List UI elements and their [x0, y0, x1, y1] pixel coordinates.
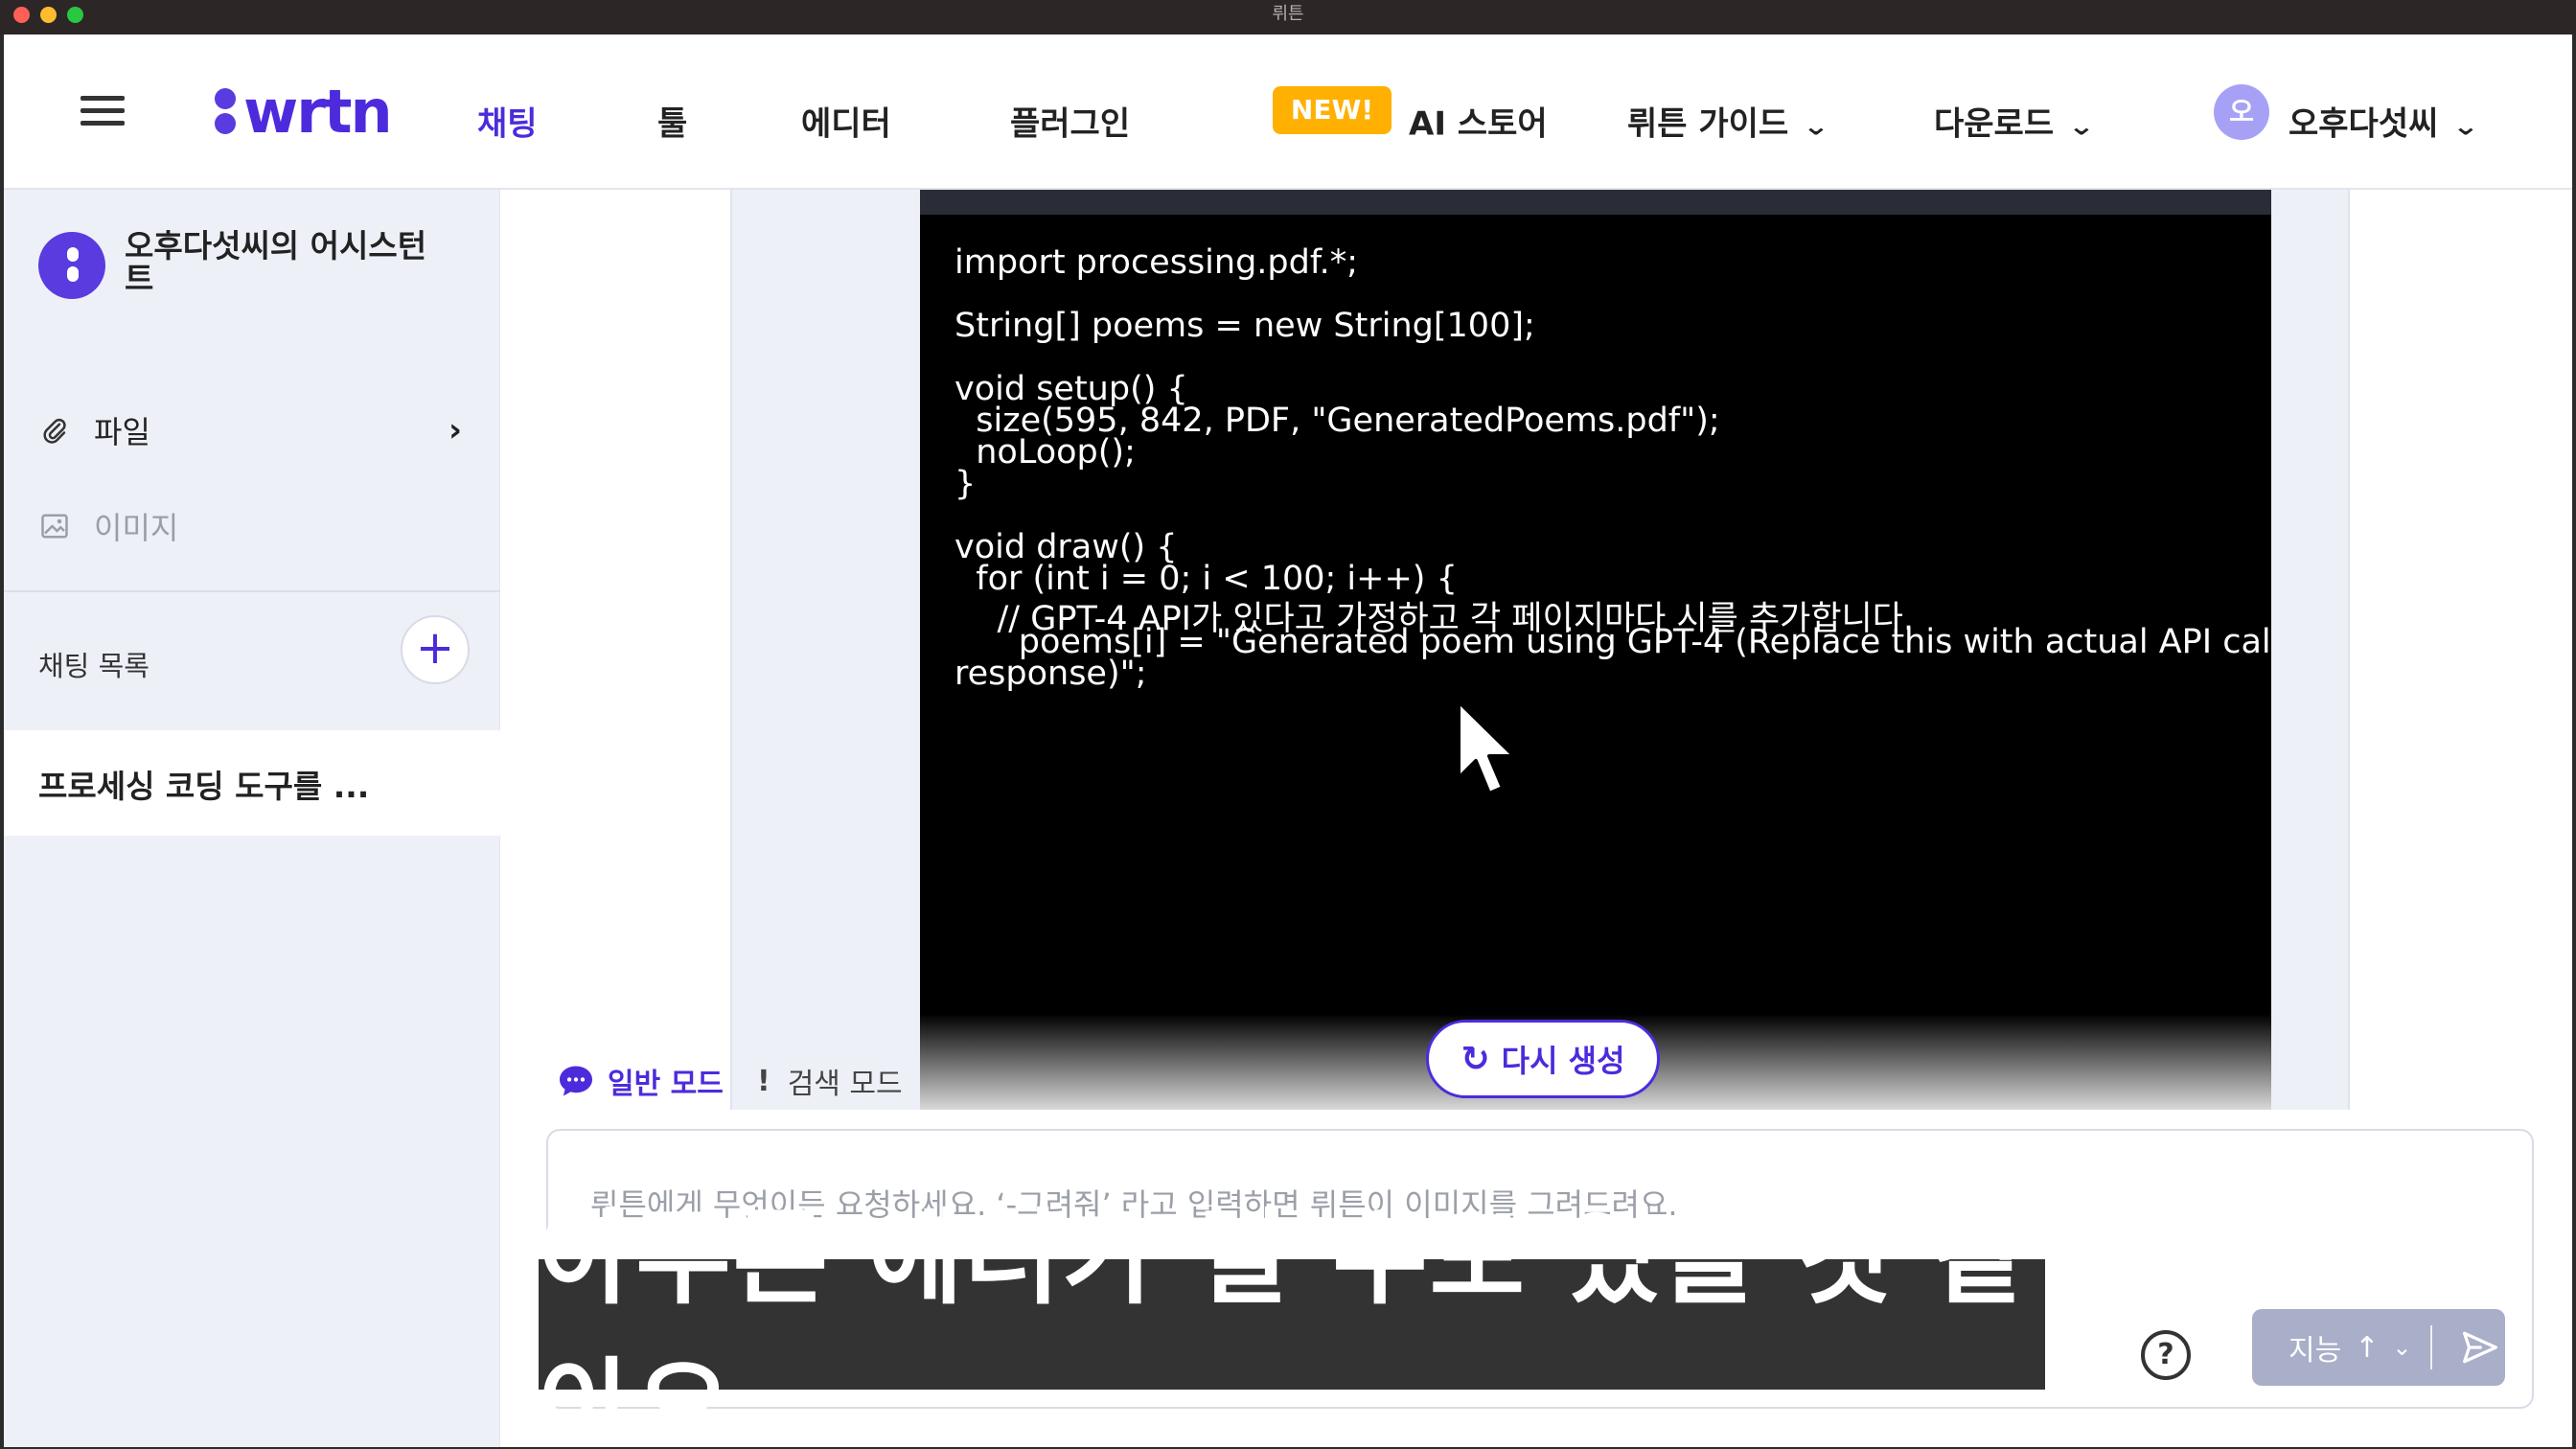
exclamation-icon: !	[757, 1064, 770, 1098]
nav-download-label: 다운로드	[1934, 104, 2055, 144]
video-subtitle: 아무튼 에러가 날 수도 있을 것 같아요	[539, 1199, 2045, 1447]
sidebar-divider	[4, 590, 500, 592]
sidebar: 오후다섯씨의 어시스턴트 파일 › 이미지 채팅 목록 + 프로세싱 코딩 도구…	[4, 190, 500, 1447]
search-mode-label: 검색 모드	[787, 1068, 903, 1101]
regenerate-button[interactable]: ↻ 다시 생성	[1426, 1020, 1660, 1098]
refresh-icon: ↻	[1460, 1039, 1490, 1079]
mouse-cursor-icon	[1457, 700, 1516, 795]
chevron-down-icon: ⌄	[1802, 112, 1830, 142]
code-line: }	[954, 465, 977, 503]
model-label: 지능	[2288, 1334, 2342, 1368]
button-divider	[2430, 1325, 2433, 1369]
user-menu-dropdown[interactable]: 오후다섯씨 ⌄	[2288, 98, 2480, 145]
assistant-name: 오후다섯씨의 어시스턴트	[125, 227, 427, 297]
sidebar-item-label: 이미지	[94, 510, 179, 546]
logo-mark-icon	[215, 84, 238, 138]
code-block: import processing.pdf.*; String[] poems …	[920, 215, 2271, 1110]
minimize-window-button[interactable]	[40, 7, 57, 23]
nav-guide-label: 뤼튼 가이드	[1627, 104, 1789, 144]
chat-list-item[interactable]: 프로세싱 코딩 도구를 ...	[4, 730, 500, 836]
code-block-header	[920, 190, 2271, 215]
assistant-avatar	[38, 232, 105, 299]
nav-tab-plugin[interactable]: 플러그인	[1010, 98, 1130, 145]
paperclip-icon	[43, 418, 66, 444]
sidebar-item-image[interactable]: 이미지	[40, 504, 178, 548]
chevron-down-icon: ⌄	[2452, 112, 2480, 142]
chevron-down-icon: ⌄	[2067, 112, 2096, 142]
model-select-send-button[interactable]: 지능 ↑ ⌄	[2252, 1309, 2505, 1386]
help-icon[interactable]: ?	[2141, 1330, 2191, 1380]
app-window: wrtn 채팅 툴 에디터 플러그인 NEW! AI 스토어 뤼튼 가이드 ⌄ 다…	[4, 34, 2572, 1447]
nav-guide-dropdown[interactable]: 뤼튼 가이드 ⌄	[1627, 98, 1830, 145]
nav-ai-store[interactable]: AI 스토어	[1409, 98, 1548, 145]
close-window-button[interactable]	[13, 7, 30, 23]
sidebar-item-label: 파일	[94, 414, 150, 450]
new-chat-button[interactable]: +	[401, 615, 470, 684]
nav-tab-tools[interactable]: 툴	[657, 98, 687, 145]
brand-logo[interactable]: wrtn	[215, 73, 393, 150]
image-icon	[41, 514, 68, 539]
nav-tab-chat[interactable]: 채팅	[477, 98, 538, 145]
send-icon[interactable]	[2461, 1330, 2499, 1365]
general-mode-label: 일반 모드	[608, 1068, 724, 1101]
code-line: response)";	[954, 655, 1147, 693]
nav-download-dropdown[interactable]: 다운로드 ⌄	[1934, 98, 2096, 145]
code-line: import processing.pdf.*;	[954, 243, 1359, 282]
window-title: 뤼튼	[1272, 4, 1304, 24]
user-name: 오후다섯씨	[2288, 104, 2439, 144]
general-mode-toggle[interactable]: 일반 모드	[558, 1060, 724, 1102]
user-avatar[interactable]: 오	[2214, 84, 2269, 140]
window-titlebar: 뤼튼	[0, 0, 2576, 34]
chat-bubble-icon	[560, 1066, 592, 1096]
chevron-down-icon[interactable]: ⌄	[2392, 1334, 2411, 1361]
sidebar-item-file[interactable]: 파일 ›	[40, 408, 462, 452]
code-line: String[] poems = new String[100];	[954, 307, 1535, 345]
zoom-window-button[interactable]	[67, 7, 83, 23]
regenerate-label: 다시 생성	[1501, 1043, 1625, 1079]
chat-list-label: 채팅 목록	[38, 650, 150, 682]
top-nav: wrtn 채팅 툴 에디터 플러그인 NEW! AI 스토어 뤼튼 가이드 ⌄ 다…	[4, 34, 2572, 190]
arrow-up-icon: ↑	[2355, 1330, 2380, 1365]
new-badge: NEW!	[1273, 86, 1392, 134]
plus-icon: +	[415, 621, 455, 675]
menu-icon[interactable]	[80, 96, 125, 126]
chevron-right-icon: ›	[448, 411, 462, 449]
search-mode-toggle[interactable]: ! 검색 모드	[757, 1060, 903, 1102]
brand-name: wrtn	[243, 76, 393, 147]
nav-tab-editor[interactable]: 에디터	[801, 98, 891, 145]
